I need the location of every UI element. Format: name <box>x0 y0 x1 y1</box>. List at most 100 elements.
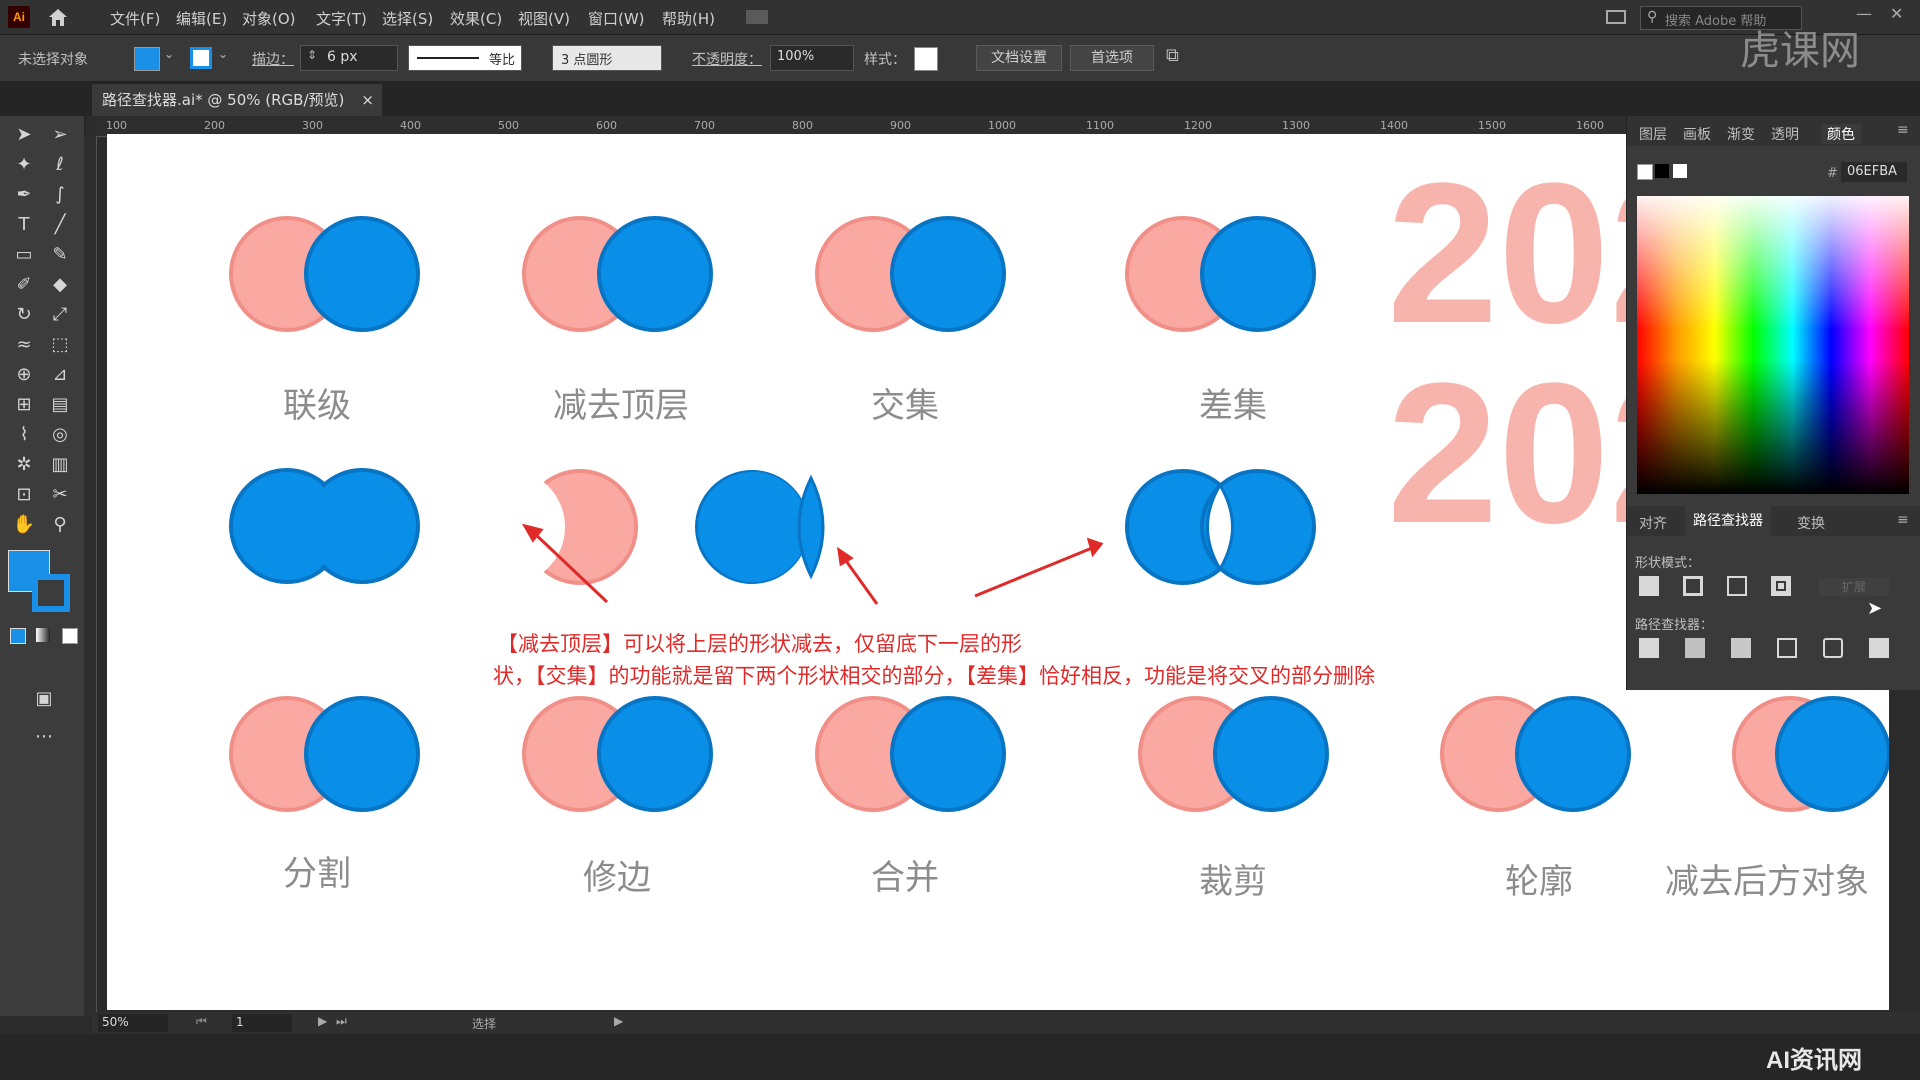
rotate-tool-icon[interactable]: ↻ <box>10 302 38 328</box>
status-menu-icon[interactable]: ▶ <box>614 1014 623 1028</box>
eyedropper-tool-icon[interactable]: ⌇ <box>10 422 38 448</box>
menu-edit[interactable]: 编辑(E) <box>176 8 227 29</box>
merge-button-icon[interactable] <box>1731 638 1751 658</box>
menu-type[interactable]: 文字(T) <box>316 8 367 29</box>
pen-tool-icon[interactable]: ✒ <box>10 182 38 208</box>
close-tab-icon[interactable]: × <box>361 84 374 116</box>
variable-width-profile[interactable]: 等比 <box>408 45 522 71</box>
stepper-icon[interactable]: ⇕ <box>307 48 317 62</box>
line-tool-icon[interactable]: ╱ <box>46 212 74 238</box>
blend-tool-icon[interactable]: ◎ <box>46 422 74 448</box>
panel-menu-icon[interactable]: ≡ <box>1897 512 1909 528</box>
divide-button-icon[interactable] <box>1639 638 1659 658</box>
menu-window[interactable]: 窗口(W) <box>588 8 645 29</box>
none-mode-icon[interactable] <box>62 628 78 644</box>
menu-select[interactable]: 选择(S) <box>382 8 433 29</box>
next-page-icon[interactable]: ▶ <box>318 1014 327 1028</box>
color-spectrum[interactable] <box>1637 196 1909 494</box>
type-tool-icon[interactable]: T <box>10 212 38 238</box>
white-swatch[interactable] <box>1673 164 1687 178</box>
tab-artboards[interactable]: 画板 <box>1683 124 1711 144</box>
color-mode-icon[interactable] <box>10 628 26 644</box>
shaper-tool-icon[interactable]: ✐ <box>10 272 38 298</box>
trim-button-icon[interactable] <box>1685 638 1705 658</box>
tab-pathfinder[interactable]: 路径查找器 <box>1685 506 1771 536</box>
stroke-color-swatch[interactable] <box>190 47 212 69</box>
preferences-button[interactable]: 首选项 <box>1070 45 1154 71</box>
slice-tool-icon[interactable]: ✂ <box>46 482 74 508</box>
graphic-style-swatch[interactable] <box>914 47 938 71</box>
shape-builder-tool-icon[interactable]: ⊕ <box>10 362 38 388</box>
fill-color-swatch[interactable] <box>134 47 160 71</box>
width-tool-icon[interactable]: ≈ <box>10 332 38 358</box>
menu-object[interactable]: 对象(O) <box>242 8 296 29</box>
minus-front-button-icon[interactable] <box>1683 576 1703 596</box>
more-tools-icon[interactable]: ⋯ <box>30 724 58 750</box>
arrange-documents-icon[interactable] <box>1606 10 1626 24</box>
chevron-down-icon[interactable]: ⌄ <box>218 47 228 61</box>
unite-button-icon[interactable] <box>1639 576 1659 596</box>
panel-menu-icon[interactable]: ≡ <box>1897 122 1909 138</box>
chevron-down-icon[interactable]: ⌄ <box>164 47 174 61</box>
close-window-icon[interactable]: ✕ <box>1890 4 1903 23</box>
gradient-tool-icon[interactable]: ▤ <box>46 392 74 418</box>
tab-color[interactable]: 颜色 <box>1821 124 1861 144</box>
eraser-tool-icon[interactable]: ◆ <box>46 272 74 298</box>
stroke-swatch[interactable] <box>32 574 70 612</box>
tab-transparency[interactable]: 透明 <box>1771 124 1799 144</box>
minus-back-button-icon[interactable] <box>1869 638 1889 658</box>
workspace-switcher-icon[interactable] <box>746 10 768 24</box>
black-swatch[interactable] <box>1655 164 1669 178</box>
menu-effect[interactable]: 效果(C) <box>450 8 502 29</box>
zoom-tool-icon[interactable]: ⚲ <box>46 512 74 538</box>
lasso-tool-icon[interactable]: ℓ <box>46 152 74 178</box>
magic-wand-tool-icon[interactable]: ✦ <box>10 152 38 178</box>
perspective-grid-tool-icon[interactable]: ⊿ <box>46 362 74 388</box>
page-select[interactable]: 1 <box>232 1014 292 1032</box>
tab-transform[interactable]: 变换 <box>1797 513 1825 533</box>
intersect-button-icon[interactable] <box>1727 576 1747 596</box>
expand-button[interactable]: 扩展 <box>1819 578 1889 596</box>
first-page-icon[interactable]: ⏮ <box>196 1014 207 1029</box>
curvature-tool-icon[interactable]: ∫ <box>46 182 74 208</box>
brush-definition[interactable]: 3 点圆形 <box>552 45 662 71</box>
tab-layers[interactable]: 图层 <box>1639 124 1667 144</box>
menu-view[interactable]: 视图(V) <box>518 8 570 29</box>
artboard-tool-icon[interactable]: ⊡ <box>10 482 38 508</box>
artboard[interactable]: 202 202 联级 减去顶层 交集 差集 【减去顶层】可以将上层的形状减去，仅… <box>107 134 1889 1010</box>
rectangle-tool-icon[interactable]: ▭ <box>10 242 38 268</box>
last-page-icon[interactable]: ⏭ <box>336 1014 347 1029</box>
document-setup-button[interactable]: 文档设置 <box>976 45 1062 71</box>
symbol-sprayer-tool-icon[interactable]: ✲ <box>10 452 38 478</box>
opacity-label[interactable]: 不透明度： <box>692 49 762 69</box>
hex-input[interactable]: 06EFBA <box>1841 162 1907 182</box>
circle-pair-merge <box>815 696 1006 812</box>
exclude-button-icon[interactable] <box>1771 576 1791 596</box>
paintbrush-tool-icon[interactable]: ✎ <box>46 242 74 268</box>
tab-gradient[interactable]: 渐变 <box>1727 124 1755 144</box>
screen-mode-icon[interactable]: ▣ <box>30 686 58 712</box>
direct-selection-tool-icon[interactable]: ➢ <box>46 122 74 148</box>
menu-help[interactable]: 帮助(H) <box>662 8 715 29</box>
hand-tool-icon[interactable]: ✋ <box>10 512 38 538</box>
opacity-field[interactable]: 100% <box>770 45 854 71</box>
crop-button-icon[interactable] <box>1777 638 1797 658</box>
home-icon[interactable] <box>46 6 70 28</box>
column-graph-tool-icon[interactable]: ▥ <box>46 452 74 478</box>
stroke-weight-field[interactable]: ⇕ 6 px <box>300 45 398 71</box>
arrange-icon[interactable]: ⧉ <box>1166 45 1179 66</box>
mesh-tool-icon[interactable]: ⊞ <box>10 392 38 418</box>
annotation-line-2: 状，【交集】的功能就是留下两个形状相交的部分，【差集】恰好相反，功能是将交叉的部… <box>493 664 1375 688</box>
menu-file[interactable]: 文件(F) <box>110 8 160 29</box>
outline-button-icon[interactable] <box>1823 638 1843 658</box>
document-tab[interactable]: 路径查找器.ai* @ 50% (RGB/预览) × <box>92 84 382 116</box>
tab-align[interactable]: 对齐 <box>1639 513 1667 533</box>
selection-tool-icon[interactable]: ➤ <box>10 122 38 148</box>
gradient-mode-icon[interactable] <box>36 628 50 642</box>
panel-dock: 图层 画板 渐变 透明 颜色 ≡ # 06EFBA 对齐 路径查找器 变换 ≡ … <box>1626 116 1920 690</box>
none-swatch-icon[interactable] <box>1637 164 1653 180</box>
stroke-label[interactable]: 描边： <box>252 49 294 69</box>
scale-tool-icon[interactable]: ⤢ <box>46 302 74 328</box>
free-transform-tool-icon[interactable]: ⬚ <box>46 332 74 358</box>
zoom-select[interactable]: 50% <box>98 1014 168 1032</box>
